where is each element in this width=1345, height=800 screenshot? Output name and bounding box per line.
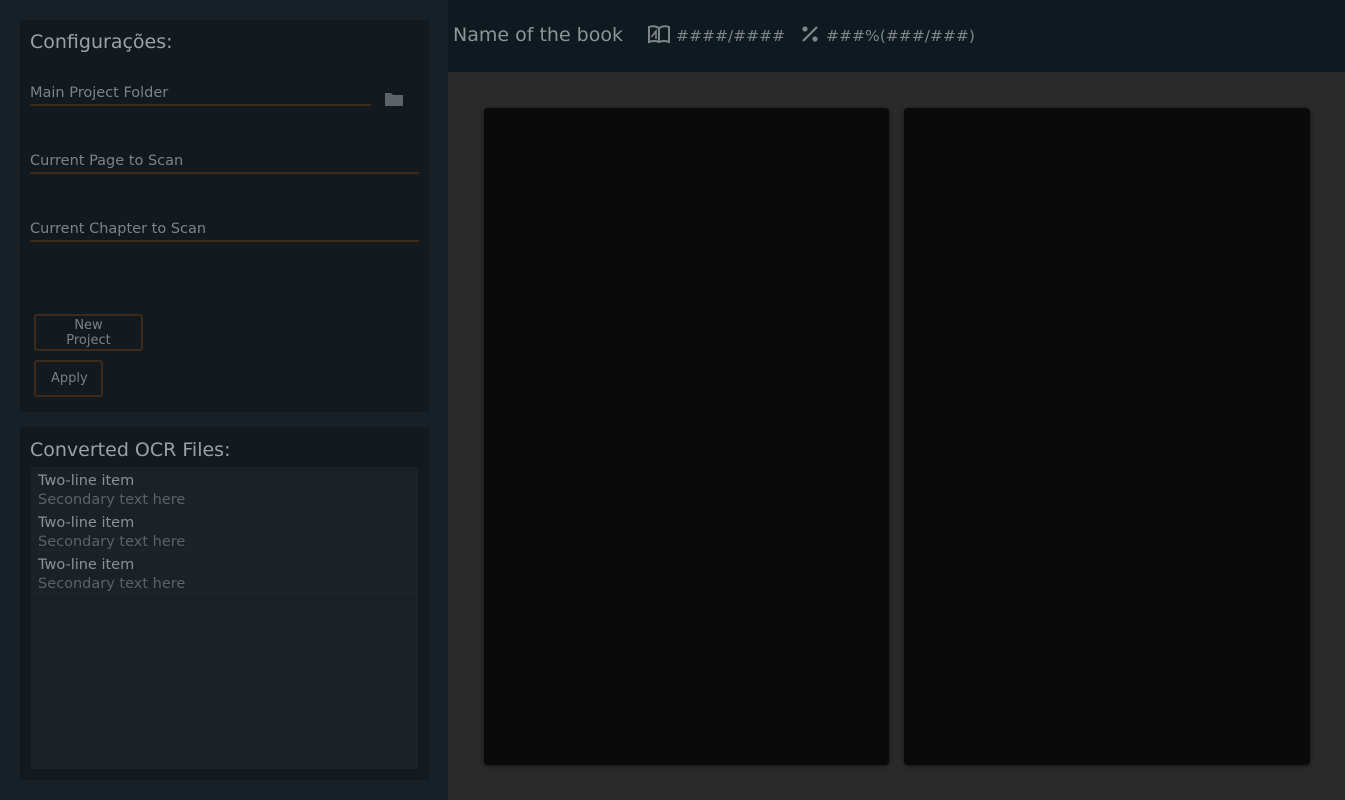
list-item-primary: Two-line item	[38, 557, 135, 573]
settings-title: Configurações:	[30, 31, 173, 53]
main-area	[448, 72, 1345, 800]
ocr-files-title: Converted OCR Files:	[30, 439, 231, 461]
percent-value: ###%(###/###)	[826, 27, 975, 45]
folder-icon[interactable]	[382, 88, 406, 110]
current-page-field[interactable]: Current Page to Scan	[30, 150, 419, 174]
book-name: Name of the book	[453, 24, 623, 46]
left-page-panel[interactable]	[484, 108, 889, 765]
top-bar: Name of the book ####/#### ###%(###/###)	[448, 0, 1345, 72]
pages-value: ####/####	[676, 27, 786, 45]
list-item[interactable]: Two-line item Secondary text here	[31, 551, 418, 593]
right-page-panel[interactable]	[904, 108, 1310, 765]
percent-icon	[800, 24, 826, 48]
list-item-secondary: Secondary text here	[38, 534, 186, 550]
ocr-files-card: Converted OCR Files: Two-line item Secon…	[20, 427, 429, 780]
apply-button[interactable]: Apply	[34, 360, 103, 397]
sidebar: Configurações: Main Project Folder Curre…	[0, 0, 448, 800]
current-chapter-field[interactable]: Current Chapter to Scan	[30, 218, 419, 242]
list-item-secondary: Secondary text here	[38, 492, 186, 508]
list-item-primary: Two-line item	[38, 515, 135, 531]
percent-progress: ###%(###/###)	[800, 24, 975, 48]
pages-progress: ####/####	[648, 24, 785, 48]
list-item-secondary: Secondary text here	[38, 576, 186, 592]
ocr-files-list[interactable]: Two-line item Secondary text here Two-li…	[30, 466, 419, 770]
settings-card: Configurações: Main Project Folder Curre…	[20, 20, 429, 412]
list-item[interactable]: Two-line item Secondary text here	[31, 467, 418, 509]
main-project-folder-field[interactable]: Main Project Folder	[30, 82, 371, 106]
open-book-icon	[648, 24, 676, 48]
new-project-button[interactable]: New Project	[34, 314, 143, 351]
list-item-primary: Two-line item	[38, 473, 135, 489]
list-item[interactable]: Two-line item Secondary text here	[31, 509, 418, 551]
